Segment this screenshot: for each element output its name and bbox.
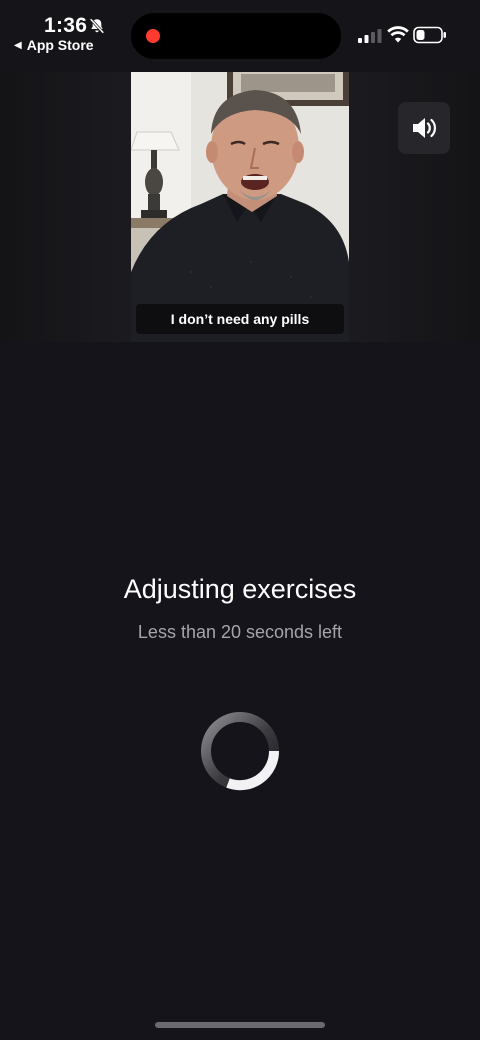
- back-link-label: App Store: [26, 37, 94, 53]
- video-player[interactable]: I don’t need any pills: [131, 72, 349, 342]
- dynamic-island: [131, 13, 341, 59]
- speaker-icon: [413, 118, 436, 138]
- video-frame-image: [131, 72, 349, 342]
- sound-toggle-button[interactable]: [398, 102, 450, 154]
- cellular-signal-icon: [358, 29, 382, 43]
- battery-icon: [413, 26, 446, 44]
- status-time: 1:36: [44, 14, 88, 37]
- status-title: Adjusting exercises: [123, 574, 357, 604]
- home-indicator[interactable]: [155, 1022, 325, 1028]
- status-subtitle: Less than 20 seconds left: [137, 622, 343, 642]
- video-caption: I don’t need any pills: [136, 304, 344, 334]
- wifi-icon: [387, 26, 409, 43]
- back-to-app-store-link[interactable]: ◀ App Store: [14, 37, 94, 53]
- bell-slash-icon: [89, 18, 105, 34]
- back-caret-icon: ◀: [14, 39, 22, 51]
- recording-indicator-icon: [146, 29, 160, 43]
- app-screen: 1:36 ◀ App Store I don’t need any pills …: [0, 0, 480, 1040]
- loading-spinner-icon: [201, 712, 280, 791]
- video-section: I don’t need any pills: [0, 72, 480, 342]
- status-bar: 1:36 ◀ App Store: [0, 0, 480, 72]
